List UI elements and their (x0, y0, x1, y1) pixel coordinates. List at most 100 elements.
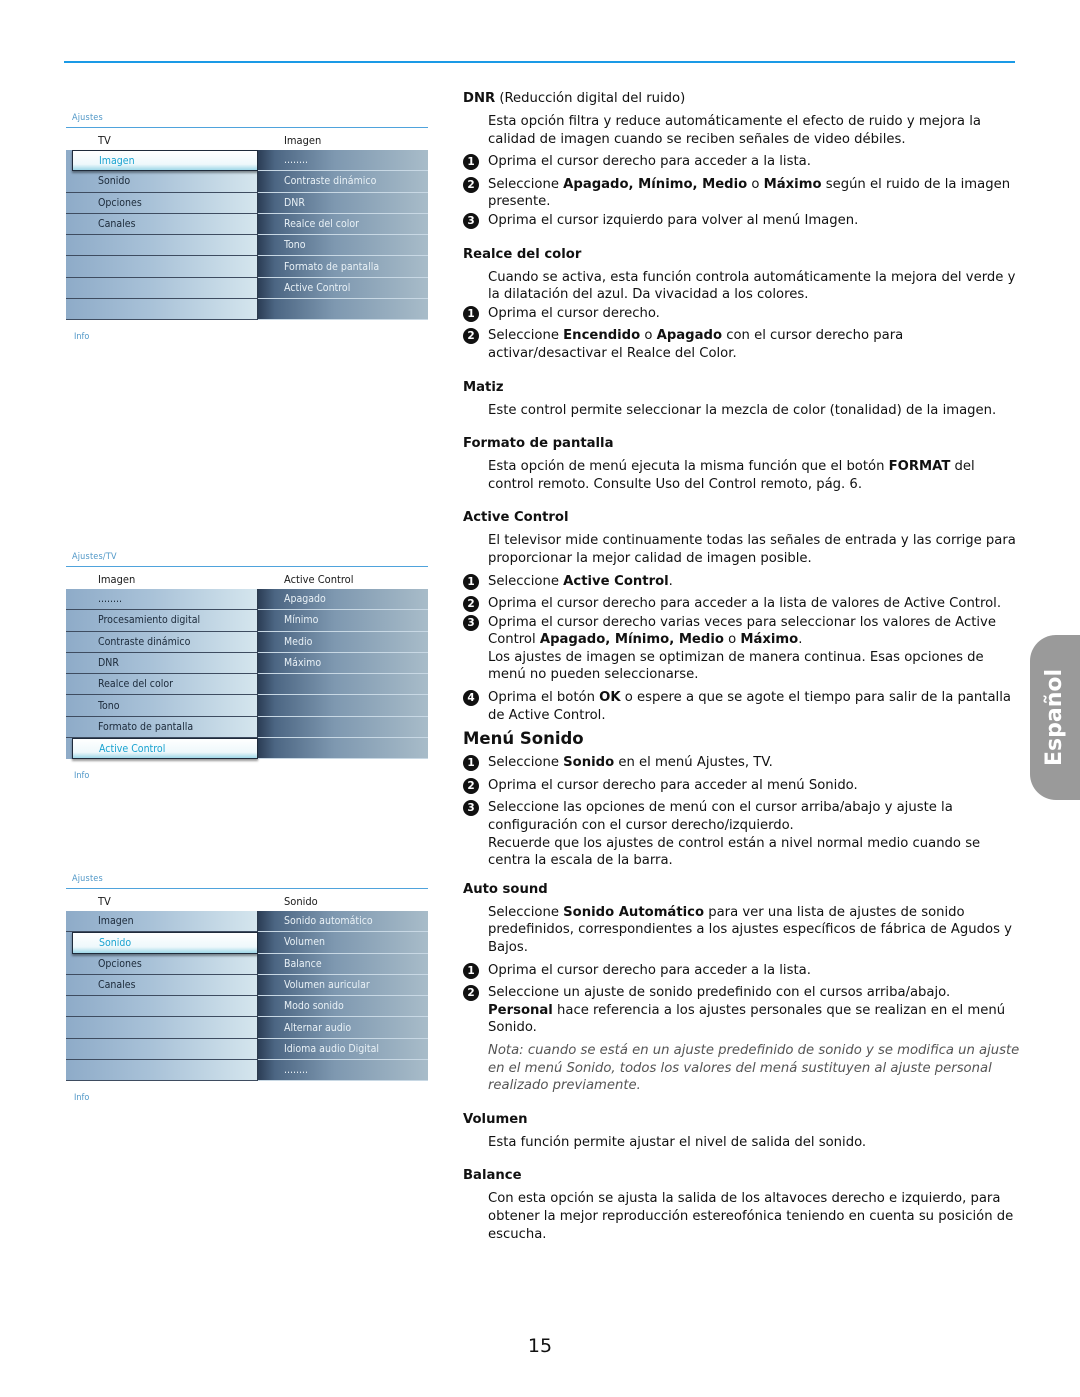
step-number-icon: 4 (463, 690, 479, 707)
submenu-item: Modo sonido (258, 996, 428, 1018)
section-body: El televisor mide continuamente todas la… (488, 533, 1016, 566)
menu-left-header: Imagen (98, 572, 136, 586)
section-dnr: DNR (Reducción digital del ruido) Esta o… (463, 90, 1023, 230)
section-body: Esta opción de menú ejecuta la misma fun… (488, 459, 975, 492)
menu-item: Realce del color (66, 674, 258, 696)
submenu-item: Mínimo (258, 610, 428, 632)
section-title: Balance (463, 1168, 522, 1184)
menu-left-list: Imagen Sonido Opciones Canales (66, 911, 258, 1082)
step-number-icon: 3 (463, 800, 479, 817)
step-number-icon: 2 (463, 328, 479, 345)
section-active-control: Active Control El televisor mide continu… (463, 509, 1023, 724)
language-tab: Español (1030, 635, 1080, 800)
menu-item (66, 277, 258, 300)
section-title: Realce del color (463, 246, 582, 262)
submenu-item: Alternar audio (258, 1017, 428, 1039)
step-number-icon: 2 (463, 777, 479, 794)
step-item: 1 Oprima el cursor derecho. (463, 305, 1023, 323)
menu-info-label: Info (74, 1093, 90, 1104)
menu-item (66, 1038, 258, 1061)
submenu-item (258, 738, 428, 760)
submenu-item: Idioma audio Digital (258, 1039, 428, 1061)
menu-item (66, 256, 258, 278)
section-title: DNR (Reducción digital del ruido) (463, 91, 686, 106)
menu-item: Procesamiento digital (66, 610, 258, 632)
submenu-item (258, 299, 428, 321)
top-rule (64, 61, 1015, 63)
menu-left-list: Imagen Sonido Opciones Canales (66, 150, 258, 321)
submenu-item: Volumen auricular (258, 975, 428, 997)
menu-item: Opciones (66, 192, 258, 214)
menu-item (66, 299, 258, 321)
step-item: 2 Seleccione un ajuste de sonido predefin… (463, 984, 1023, 1037)
menu-item-selected: Imagen (72, 150, 258, 172)
section-title: Formato de pantalla (463, 436, 614, 452)
menu-item: Formato de pantalla (66, 716, 258, 739)
menu-item-selected: Active Control (72, 738, 258, 760)
step-item: 2 Oprima el cursor derecho para acceder a… (463, 595, 1023, 613)
step-item: 2 Oprima el cursor derecho para acceder a… (463, 777, 1023, 795)
menu-left-header: TV (98, 894, 111, 908)
menu-breadcrumb: Ajustes/TV (72, 552, 117, 562)
menu-right-list: ........ Contraste dinámico DNR Realce del … (258, 150, 428, 321)
note-text: Nota: cuando se está en un ajuste predef… (488, 1042, 1020, 1094)
submenu-item: ........ (258, 1060, 428, 1082)
step-number-icon: 3 (463, 212, 479, 229)
submenu-item: Volumen (258, 932, 428, 954)
section-balance: Balance Con esta opción se ajusta la sal… (463, 1167, 1023, 1243)
section-matiz: Matiz Este control permite seleccionar l… (463, 379, 1023, 420)
menu-item: Sonido (66, 171, 258, 193)
submenu-item (258, 717, 428, 739)
section-body: Seleccione Sonido Automático para ver un… (488, 904, 1012, 955)
submenu-item: Formato de pantalla (258, 256, 428, 278)
submenu-item: ........ (258, 150, 428, 172)
step-item: 1 Oprima el cursor derecho para acceder a… (463, 153, 1023, 171)
section-auto-sound: Auto sound Seleccione Sonido Automático … (463, 881, 1023, 1095)
step-item: 3 Seleccione las opciones de menú con el … (463, 799, 1023, 869)
menu-right-header: Sonido (284, 894, 318, 908)
step-item: 4 Oprima el botón OK o espere a que se ag… (463, 689, 1023, 724)
section-body: Esta opción filtra y reduce automáticame… (488, 114, 981, 147)
step-item: 2 Seleccione Apagado, Mínimo, Medio o Máx… (463, 176, 1023, 211)
section-heading: Menú Sonido (463, 729, 584, 749)
submenu-item: Sonido automático (258, 911, 428, 933)
menu-item (66, 235, 258, 257)
section-body: Con esta opción se ajusta la salida de l… (488, 1191, 1014, 1242)
menu-item: Tono (66, 695, 258, 717)
menu-item-selected: Sonido (72, 932, 258, 954)
menu-right-list: Sonido automático Volumen Balance Volumen a… (258, 911, 428, 1082)
menu-breadcrumb: Ajustes (72, 874, 103, 884)
menu-info-label: Info (74, 771, 90, 782)
step-item: 1 Seleccione Sonido en el menú Ajustes, T… (463, 754, 1023, 772)
submenu-item: Medio (258, 632, 428, 653)
language-tab-label: Español (1042, 668, 1068, 767)
menu-item: Imagen (66, 911, 258, 933)
menu-right-list: Apagado Mínimo Medio Máximo (258, 589, 428, 760)
section-menu-sonido: Menú Sonido 1 Seleccione Sonido en el men… (463, 728, 1023, 870)
tv-menu-screenshot-active-control: Ajustes/TV Imagen Active Control .......… (66, 552, 428, 781)
menu-divider (66, 566, 428, 567)
page-number: 15 (527, 1335, 553, 1357)
menu-left-header: TV (98, 133, 111, 147)
section-formato-de-pantalla: Formato de pantalla Esta opción de menú … (463, 435, 1023, 493)
step-item: 1 Seleccione Active Control. (463, 573, 1023, 591)
tv-menu-screenshot-sonido: Ajustes TV Sonido Imagen Sonido Opciones Ca… (66, 874, 428, 1103)
menu-item (66, 1017, 258, 1039)
menu-item: Canales (66, 974, 258, 997)
menu-left-list: ........ Procesamiento digital Contraste d… (66, 589, 258, 760)
section-title: Matiz (463, 379, 504, 395)
step-number-icon: 2 (463, 596, 479, 613)
menu-item: Contraste dinámico (66, 631, 258, 653)
section-title: Volumen (463, 1111, 528, 1127)
step-item: 3 Oprima el cursor izquierdo para volver … (463, 212, 1023, 230)
menu-breadcrumb: Ajustes (72, 113, 103, 123)
step-number-icon: 1 (463, 154, 479, 171)
section-body: Este control permite seleccionar la mezc… (488, 402, 997, 418)
section-volumen: Volumen Esta función permite ajustar el … (463, 1111, 1023, 1152)
section-realce-del-color: Realce del color Cuando se activa, esta … (463, 246, 1023, 363)
step-item: 3 Oprima el cursor derecho varias veces p… (463, 614, 1023, 684)
content-column: DNR (Reducción digital del ruido) Esta o… (463, 90, 1023, 1243)
submenu-item: Contraste dinámico (258, 171, 428, 193)
section-title: Auto sound (463, 881, 548, 897)
step-item: 2 Seleccione Encendido o Apagado con el c… (463, 327, 1023, 362)
